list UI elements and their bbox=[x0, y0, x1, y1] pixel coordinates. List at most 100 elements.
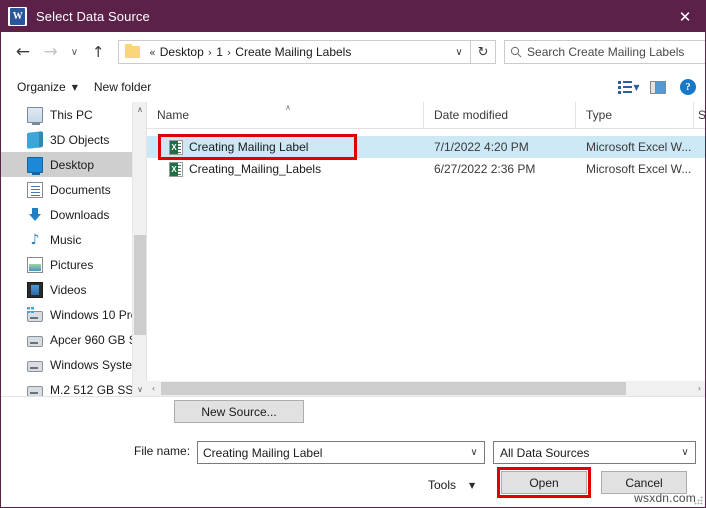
column-header-type[interactable]: Type bbox=[576, 102, 694, 129]
sidebar-item-m2-512-gb-ssd[interactable]: M.2 512 GB SSD bbox=[1, 377, 146, 396]
desktop-icon bbox=[27, 156, 43, 175]
chevron-down-icon[interactable]: ∨ bbox=[464, 442, 484, 463]
scroll-up-icon[interactable]: ∧ bbox=[133, 102, 146, 116]
drive-icon bbox=[27, 360, 43, 372]
select-data-source-dialog: W Select Data Source ✕ ← → ∨ ↑ « Desktop… bbox=[0, 0, 706, 508]
scroll-right-icon[interactable]: › bbox=[692, 381, 705, 396]
close-icon[interactable]: ✕ bbox=[663, 1, 705, 32]
music-icon: ♪ bbox=[30, 231, 40, 248]
sidebar-item-label: Pictures bbox=[50, 257, 94, 272]
sidebar-item-3d-objects[interactable]: 3D Objects bbox=[1, 127, 146, 152]
sidebar-item-documents[interactable]: Documents bbox=[1, 177, 146, 202]
sidebar-item-label: Downloads bbox=[50, 207, 110, 222]
sort-ascending-icon: ∧ bbox=[285, 102, 291, 112]
forward-icon[interactable]: → bbox=[37, 38, 65, 66]
chevron-down-icon: ▼ bbox=[633, 82, 640, 92]
sidebar-scrollbar[interactable]: ∧ ∨ bbox=[132, 102, 146, 396]
excel-file-icon: X bbox=[169, 139, 183, 155]
view-layout-button[interactable]: ▼ bbox=[618, 76, 640, 98]
file-name-input[interactable]: Creating Mailing Label ∨ bbox=[197, 441, 485, 464]
file-name-cell: X Creating Mailing Label bbox=[147, 139, 424, 155]
recent-locations-icon[interactable]: ∨ bbox=[64, 38, 84, 66]
back-icon[interactable]: ← bbox=[9, 38, 37, 66]
column-header-size[interactable]: S bbox=[694, 102, 705, 129]
sidebar-item-label: Videos bbox=[50, 282, 87, 297]
sidebar-item-label: Documents bbox=[50, 182, 111, 197]
sidebar-item-videos[interactable]: Videos bbox=[1, 277, 146, 302]
sidebar-item-desktop[interactable]: Desktop bbox=[1, 152, 146, 177]
sidebar-item-windows-10-pro[interactable]: Windows 10 Pro bbox=[1, 302, 146, 327]
list-view-icon bbox=[618, 80, 633, 94]
organize-button[interactable]: Organize ▼ bbox=[17, 80, 78, 94]
command-bar: Organize ▼ New folder ▼ ? bbox=[1, 72, 705, 102]
documents-icon bbox=[27, 181, 43, 198]
horizontal-scroll-track[interactable] bbox=[161, 381, 692, 396]
tools-label: Tools bbox=[428, 478, 457, 492]
file-name-label: Creating_Mailing_Labels bbox=[189, 162, 322, 176]
column-header-label: Date modified bbox=[434, 108, 509, 122]
breadcrumb-item-1[interactable]: 1 bbox=[216, 45, 223, 59]
scroll-down-icon[interactable]: ∨ bbox=[133, 382, 146, 396]
chevron-down-icon: ▼ bbox=[469, 480, 476, 490]
search-icon bbox=[505, 46, 527, 58]
3d-objects-icon bbox=[27, 130, 43, 149]
scroll-left-icon[interactable]: ‹ bbox=[146, 381, 161, 396]
file-type-filter-select[interactable]: All Data Sources ∨ bbox=[493, 441, 696, 464]
sidebar-item-downloads[interactable]: Downloads bbox=[1, 202, 146, 227]
column-header-date-modified[interactable]: Date modified bbox=[424, 102, 576, 129]
search-box[interactable]: Search Create Mailing Labels bbox=[504, 40, 705, 64]
excel-file-icon: X bbox=[169, 161, 183, 177]
refresh-icon[interactable]: ↻ bbox=[471, 40, 497, 64]
sidebar-item-windows-system[interactable]: Windows System bbox=[1, 352, 146, 377]
help-icon[interactable]: ? bbox=[680, 79, 696, 95]
table-row[interactable]: X Creating_Mailing_Labels 6/27/2022 2:36… bbox=[147, 158, 705, 180]
table-row[interactable]: X Creating Mailing Label 7/1/2022 4:20 P… bbox=[147, 136, 705, 158]
dialog-body: This PC 3D Objects Desktop Documents Dow… bbox=[1, 102, 705, 396]
file-name-label: Creating Mailing Label bbox=[189, 140, 309, 154]
file-name-value: Creating Mailing Label bbox=[203, 445, 323, 460]
tools-button[interactable]: Tools ▼ bbox=[428, 474, 475, 496]
sidebar-scrollbar-thumb[interactable] bbox=[134, 235, 146, 335]
sidebar-item-this-pc[interactable]: This PC bbox=[1, 102, 146, 127]
resize-grip[interactable] bbox=[694, 496, 703, 505]
horizontal-scrollbar-thumb[interactable] bbox=[161, 382, 626, 395]
column-header-label: Name bbox=[157, 108, 190, 122]
sidebar-item-label: This PC bbox=[50, 107, 93, 122]
new-folder-button[interactable]: New folder bbox=[94, 80, 151, 94]
up-icon[interactable]: ↑ bbox=[84, 38, 112, 66]
file-list-pane: Name ∧ Date modified Type S X Creating M… bbox=[146, 102, 705, 396]
breadcrumb-item-desktop[interactable]: Desktop bbox=[160, 45, 204, 59]
folder-icon bbox=[125, 44, 141, 58]
file-list-horizontal-scrollbar[interactable]: ‹ › bbox=[146, 381, 705, 396]
file-date-cell: 6/27/2022 2:36 PM bbox=[434, 162, 536, 176]
word-app-icon: W bbox=[8, 7, 27, 26]
windows-drive-icon bbox=[27, 307, 43, 322]
sidebar-item-label: M.2 512 GB SSD bbox=[50, 382, 143, 397]
sidebar-item-music[interactable]: ♪ Music bbox=[1, 227, 146, 252]
address-bar[interactable]: « Desktop › 1 › Create Mailing Labels ∨ bbox=[118, 40, 472, 64]
open-button[interactable]: Open bbox=[501, 471, 587, 494]
chevron-down-icon: ▼ bbox=[71, 82, 78, 92]
videos-icon bbox=[27, 281, 43, 298]
file-date-cell: 7/1/2022 4:20 PM bbox=[434, 140, 529, 154]
watermark: wsxdn.com bbox=[634, 491, 696, 505]
chevron-down-icon[interactable]: ∨ bbox=[675, 442, 695, 463]
navigation-sidebar: This PC 3D Objects Desktop Documents Dow… bbox=[1, 102, 146, 396]
breadcrumb-overflow-icon[interactable]: « bbox=[149, 46, 156, 59]
sidebar-item-label: Desktop bbox=[50, 157, 95, 172]
drive-icon bbox=[27, 385, 43, 396]
window-title: Select Data Source bbox=[36, 9, 150, 24]
drive-icon bbox=[27, 335, 43, 347]
search-input[interactable]: Search Create Mailing Labels bbox=[527, 45, 684, 59]
sidebar-item-apcer-960-gb-ssd[interactable]: Apcer 960 GB SS bbox=[1, 327, 146, 352]
column-header-name[interactable]: Name ∧ bbox=[147, 102, 424, 129]
new-source-button[interactable]: New Source... bbox=[174, 400, 304, 423]
preview-pane-icon[interactable] bbox=[650, 80, 666, 94]
breadcrumb-item-create-mailing-labels[interactable]: Create Mailing Labels bbox=[235, 45, 351, 59]
sidebar-item-label: Music bbox=[50, 232, 82, 247]
word-icon-letter: W bbox=[12, 11, 23, 22]
sidebar-item-pictures[interactable]: Pictures bbox=[1, 252, 146, 277]
chevron-down-icon[interactable]: ∨ bbox=[448, 41, 470, 63]
pictures-icon bbox=[27, 256, 43, 273]
file-type-cell: Microsoft Excel W... bbox=[586, 162, 692, 176]
